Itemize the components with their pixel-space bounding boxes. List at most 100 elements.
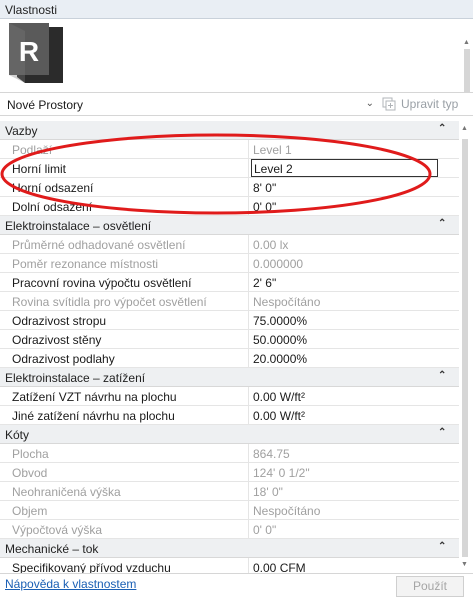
property-row: Podlaží Level 1 (0, 140, 459, 159)
property-value[interactable]: 0' 0" (253, 200, 276, 214)
column-divider (248, 159, 249, 178)
collapse-group-icon[interactable]: ⌃ (438, 123, 446, 134)
column-divider (248, 482, 249, 501)
property-row: Obvod 124' 0 1/2" (0, 463, 459, 482)
group-label: Vazby (5, 124, 38, 138)
edit-type-label: Upravit typ (401, 97, 459, 111)
column-divider (248, 178, 249, 197)
help-link[interactable]: Nápověda k vlastnostem (5, 577, 136, 591)
scroll-up-icon[interactable]: ▲ (461, 125, 468, 132)
revit-logo-icon: R (9, 23, 63, 83)
column-divider (248, 406, 249, 425)
type-selector-value: Nové Prostory (7, 98, 84, 112)
properties-footer: Nápověda k vlastnostem Použít (0, 573, 473, 601)
property-value[interactable]: 0.00 W/ft² (253, 390, 305, 404)
property-row: Rovina svítidla pro výpočet osvětlení Nes… (0, 292, 459, 311)
property-value[interactable]: 2' 6" (253, 276, 276, 290)
group-label: Elektroinstalace – zatížení (5, 371, 146, 385)
property-value[interactable]: 8' 0" (253, 181, 276, 195)
window-title: Vlastnosti (5, 3, 58, 17)
edit-type-icon (382, 97, 396, 111)
property-row: Plocha 864.75 (0, 444, 459, 463)
property-name: Plocha (12, 447, 49, 461)
property-name: Horní odsazení (12, 181, 94, 195)
property-value[interactable]: 20.0000% (253, 352, 307, 366)
property-name: Výpočtová výška (12, 523, 103, 537)
column-divider (248, 235, 249, 254)
property-name: Zatížení VZT návrhu na plochu (12, 390, 177, 404)
group-header[interactable]: Kóty ⌃ (0, 425, 459, 444)
property-name: Poměr rezonance místnosti (12, 257, 159, 271)
property-name: Objem (12, 504, 48, 518)
column-divider (248, 444, 249, 463)
apply-button[interactable]: Použít (396, 576, 464, 597)
property-name: Podlaží (12, 143, 53, 157)
property-name: Odrazivost stropu (12, 314, 107, 328)
collapse-group-icon[interactable]: ⌃ (438, 541, 446, 552)
property-value[interactable]: 75.0000% (253, 314, 307, 328)
property-name: Neohraničená výška (12, 485, 121, 499)
property-row[interactable]: Horní limit Level 2 (0, 159, 459, 178)
scroll-down-icon[interactable]: ▼ (461, 561, 468, 568)
column-divider (248, 330, 249, 349)
group-header[interactable]: Vazby ⌃ (0, 121, 459, 140)
column-divider (248, 292, 249, 311)
property-row: Neohraničená výška 18' 0" (0, 482, 459, 501)
logo-letter: R (19, 36, 39, 67)
property-value[interactable]: 50.0000% (253, 333, 307, 347)
column-divider (248, 387, 249, 406)
property-row[interactable]: Specifikovaný přívod vzduchu 0.00 CFM (0, 558, 459, 573)
property-name: Pracovní rovina výpočtu osvětlení (12, 276, 192, 290)
property-name: Průměrné odhadované osvětlení (12, 238, 186, 252)
collapse-group-icon[interactable]: ⌃ (438, 427, 446, 438)
property-row[interactable]: Odrazivost podlahy 20.0000% (0, 349, 459, 368)
property-name: Odrazivost stěny (12, 333, 102, 347)
column-divider (248, 501, 249, 520)
property-row[interactable]: Odrazivost stropu 75.0000% (0, 311, 459, 330)
property-name: Odrazivost podlahy (12, 352, 115, 366)
property-row[interactable]: Pracovní rovina výpočtu osvětlení 2' 6" (0, 273, 459, 292)
column-divider (248, 463, 249, 482)
property-name: Specifikovaný přívod vzduchu (12, 561, 171, 573)
property-row: Výpočtová výška 0' 0" (0, 520, 459, 539)
property-name: Obvod (12, 466, 48, 480)
property-name: Horní limit (12, 162, 67, 176)
column-divider (248, 520, 249, 539)
column-divider (248, 349, 249, 368)
property-value: 124' 0 1/2" (253, 466, 310, 480)
type-selector-row: Nové Prostory ⌄ Upravit typ (0, 92, 473, 116)
property-value-editor[interactable]: Level 2 (251, 159, 438, 177)
group-header[interactable]: Elektroinstalace – osvětlení ⌃ (0, 216, 459, 235)
property-value: 18' 0" (253, 485, 283, 499)
column-divider (248, 558, 249, 573)
property-row: Poměr rezonance místnosti 0.000000 (0, 254, 459, 273)
scroll-up-icon[interactable]: ▲ (463, 39, 470, 46)
property-row[interactable]: Horní odsazení 8' 0" (0, 178, 459, 197)
window-titlebar: Vlastnosti (0, 0, 473, 19)
properties-grid: Vazby ⌃ Podlaží Level 1 Horní limit Level 2 Ho… (0, 121, 459, 573)
property-row[interactable]: Dolní odsazení 0' 0" (0, 197, 459, 216)
column-divider (248, 254, 249, 273)
group-label: Mechanické – tok (5, 542, 99, 556)
collapse-group-icon[interactable]: ⌃ (438, 370, 446, 381)
scroll-thumb[interactable] (462, 139, 468, 557)
column-divider (248, 140, 249, 159)
column-divider (248, 273, 249, 292)
column-divider (248, 197, 249, 216)
scroll-thumb[interactable] (464, 49, 470, 95)
property-value[interactable]: 0.00 W/ft² (253, 409, 305, 423)
property-row[interactable]: Zatížení VZT návrhu na plochu 0.00 W/ft² (0, 387, 459, 406)
group-header[interactable]: Elektroinstalace – zatížení ⌃ (0, 368, 459, 387)
type-selector-dropdown[interactable]: Nové Prostory ⌄ (2, 95, 376, 114)
collapse-group-icon[interactable]: ⌃ (438, 218, 446, 229)
group-label: Kóty (5, 428, 30, 442)
properties-scrollbar[interactable]: ▲ ▼ (459, 121, 471, 573)
property-row[interactable]: Odrazivost stěny 50.0000% (0, 330, 459, 349)
property-row[interactable]: Jiné zatížení návrhu na plochu 0.00 W/ft² (0, 406, 459, 425)
property-value: 0' 0" (253, 523, 277, 537)
chevron-down-icon[interactable]: ⌄ (366, 98, 374, 109)
group-header[interactable]: Mechanické – tok ⌃ (0, 539, 459, 558)
property-name: Jiné zatížení návrhu na plochu (12, 409, 175, 423)
property-value[interactable]: 0.00 CFM (253, 561, 306, 573)
group-label: Elektroinstalace – osvětlení (5, 219, 152, 233)
